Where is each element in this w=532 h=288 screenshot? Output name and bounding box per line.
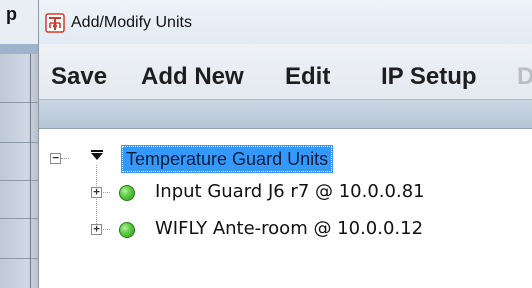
expanded-caret-icon	[91, 153, 103, 160]
background-window-border	[30, 54, 31, 288]
background-window-letter: p	[6, 4, 17, 24]
menu-ip-setup[interactable]: IP Setup	[381, 63, 477, 91]
collapse-icon[interactable]: −	[50, 152, 61, 164]
background-window-divider	[0, 102, 38, 103]
background-window-divider	[0, 258, 38, 259]
menu-save[interactable]: Save	[51, 63, 107, 91]
add-modify-units-window: Add/Modify Units Save Add New Edit IP Se…	[39, 0, 532, 288]
window-title: Add/Modify Units	[71, 14, 192, 31]
status-online-icon	[119, 222, 135, 238]
background-window-divider	[0, 180, 38, 181]
background-window-titlebar: p	[0, 0, 38, 44]
tree-node-label[interactable]: Input Guard J6 r7 @ 10.0.0.81	[155, 181, 425, 202]
status-online-icon	[119, 185, 135, 201]
background-window-divider	[0, 218, 38, 219]
title-bar[interactable]: Add/Modify Units	[39, 0, 532, 44]
background-window-divider	[0, 142, 38, 143]
expand-icon[interactable]: +	[91, 186, 102, 198]
menu-bar: Save Add New Edit IP Setup D	[39, 44, 532, 99]
menu-truncated-item[interactable]: D	[517, 63, 532, 91]
menu-edit[interactable]: Edit	[285, 63, 330, 91]
root-marker-bar	[91, 150, 103, 152]
tree-root-label[interactable]: Temperature Guard Units	[120, 145, 334, 173]
expand-icon[interactable]: +	[91, 223, 102, 235]
background-window: p	[0, 0, 39, 288]
menu-add-new[interactable]: Add New	[141, 63, 244, 91]
tree-node-label[interactable]: WIFLY Ante-room @ 10.0.0.12	[155, 218, 423, 239]
background-window-band	[0, 44, 38, 54]
units-tree: − Temperature Guard Units + Input Guard …	[39, 129, 532, 288]
toolbar-band	[39, 99, 532, 129]
temperature-guard-logo-icon	[45, 13, 65, 33]
tree-connector	[61, 158, 69, 159]
